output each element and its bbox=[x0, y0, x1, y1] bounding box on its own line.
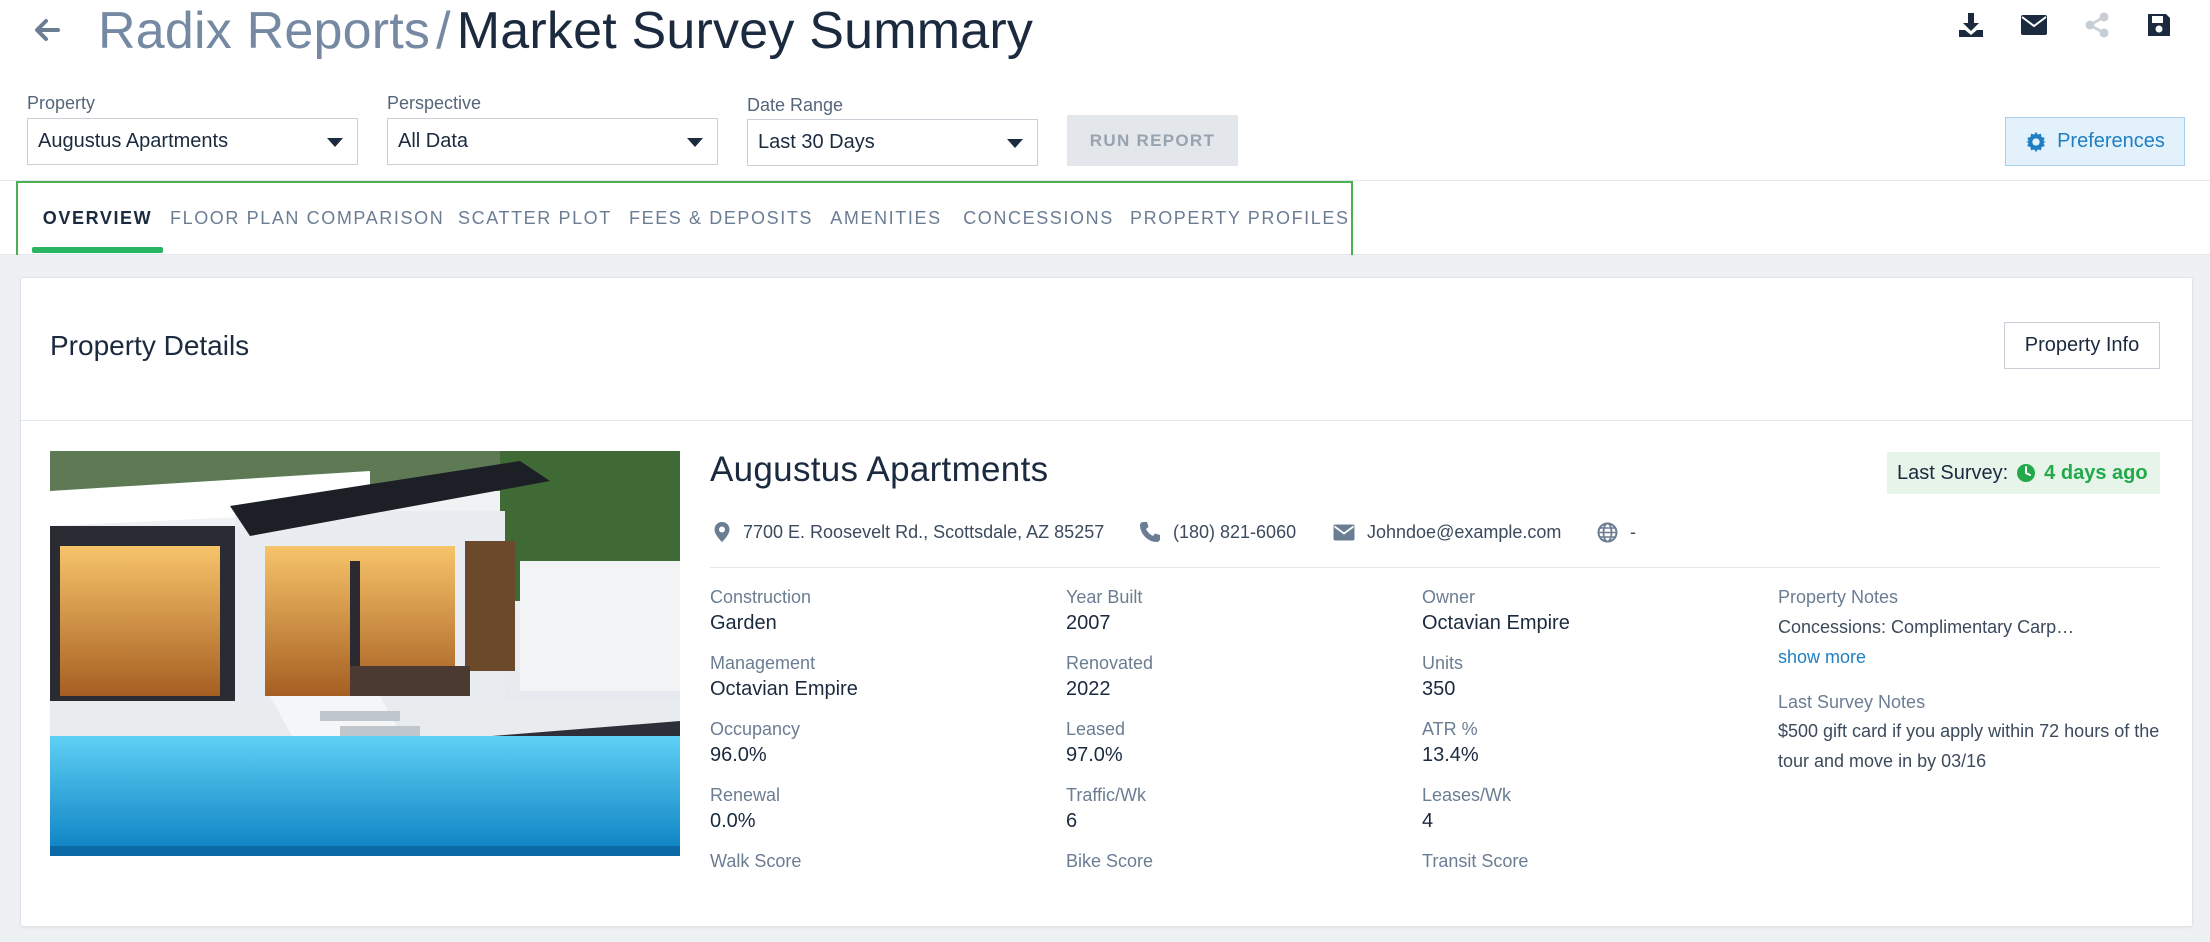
active-tab-indicator bbox=[32, 247, 163, 253]
date-range-filter-label: Date Range bbox=[747, 95, 844, 115]
envelope-icon bbox=[1333, 524, 1355, 540]
share-button[interactable] bbox=[2080, 10, 2114, 40]
renewal-label: Renewal bbox=[710, 785, 781, 805]
atr-value: 13.4% bbox=[1422, 744, 1479, 766]
property-select-value: Augustus Apartments bbox=[38, 130, 229, 152]
tab-amenities[interactable]: AMENITIES bbox=[826, 183, 946, 253]
share-icon bbox=[2085, 12, 2109, 38]
card-divider bbox=[21, 420, 2192, 421]
map-pin-icon bbox=[714, 522, 730, 542]
breadcrumb-current: Market Survey Summary bbox=[456, 2, 1034, 60]
atr-label: ATR % bbox=[1422, 719, 1478, 739]
leases-label: Leases/Wk bbox=[1422, 785, 1512, 805]
units-value: 350 bbox=[1422, 678, 1456, 700]
occupancy-value: 96.0% bbox=[710, 744, 767, 766]
bike-score-label: Bike Score bbox=[1066, 851, 1154, 871]
gear-icon bbox=[2025, 131, 2047, 152]
preferences-button[interactable]: Preferences bbox=[2005, 117, 2185, 166]
last-survey-notes-label: Last Survey Notes bbox=[1778, 692, 1926, 712]
save-button[interactable] bbox=[2142, 10, 2176, 40]
units-label: Units bbox=[1422, 653, 1464, 673]
phone[interactable]: (180) 821-6060 bbox=[1139, 520, 1296, 544]
renovated-value: 2022 bbox=[1066, 678, 1111, 700]
perspective-select[interactable]: All Data bbox=[387, 118, 718, 165]
tab-property-profiles[interactable]: PROPERTY PROFILES bbox=[1130, 183, 1348, 253]
walk-score-label: Walk Score bbox=[710, 851, 802, 871]
property-filter-label: Property bbox=[27, 93, 96, 113]
tab-fees-deposits[interactable]: FEES & DEPOSITS bbox=[629, 183, 811, 253]
card-title: Property Details bbox=[50, 330, 250, 361]
tab-scatter-plot[interactable]: SCATTER PLOT bbox=[458, 183, 611, 253]
property-name: Augustus Apartments bbox=[710, 450, 1049, 489]
email-text: Johndoe@example.com bbox=[1367, 521, 1562, 542]
construction-label: Construction bbox=[710, 587, 812, 607]
email[interactable]: Johndoe@example.com bbox=[1333, 520, 1561, 544]
last-survey-notes-text: $500 gift card if you apply within 72 ho… bbox=[1778, 721, 2160, 771]
envelope-icon bbox=[2021, 15, 2047, 35]
globe-icon bbox=[1597, 522, 1618, 542]
tab-concessions[interactable]: CONCESSIONS bbox=[963, 183, 1114, 253]
perspective-select-value: All Data bbox=[398, 130, 469, 152]
download-button[interactable] bbox=[1954, 10, 1988, 40]
occupancy-label: Occupancy bbox=[710, 719, 801, 739]
save-icon bbox=[2148, 14, 2170, 36]
back-arrow-icon bbox=[35, 19, 60, 41]
construction-value: Garden bbox=[710, 612, 777, 634]
chevron-down-icon bbox=[327, 138, 343, 147]
traffic-value: 6 bbox=[1066, 810, 1078, 832]
property-notes-label: Property Notes bbox=[1778, 587, 1899, 607]
management-value: Octavian Empire bbox=[710, 678, 858, 700]
phone-icon bbox=[1140, 522, 1160, 542]
last-survey-label: Last Survey: bbox=[1897, 461, 2009, 484]
property-select[interactable]: Augustus Apartments bbox=[27, 118, 358, 165]
chevron-down-icon bbox=[687, 138, 703, 147]
back-button[interactable] bbox=[28, 10, 68, 50]
address-text: 7700 E. Roosevelt Rd., Scottsdale, AZ 85… bbox=[743, 521, 1105, 542]
leases-value: 4 bbox=[1422, 810, 1434, 832]
download-icon bbox=[1959, 13, 1983, 37]
date-range-select-value: Last 30 Days bbox=[758, 131, 875, 153]
renovated-label: Renovated bbox=[1066, 653, 1154, 673]
management-label: Management bbox=[710, 653, 816, 673]
leased-label: Leased bbox=[1066, 719, 1126, 739]
breadcrumb-root[interactable]: Radix Reports bbox=[98, 2, 430, 60]
show-more-link[interactable]: show more bbox=[1778, 647, 1866, 668]
property-info-button[interactable]: Property Info bbox=[2004, 322, 2160, 369]
year-built-value: 2007 bbox=[1066, 612, 1111, 634]
email-button[interactable] bbox=[2017, 10, 2051, 40]
perspective-filter-label: Perspective bbox=[387, 93, 482, 113]
date-range-select[interactable]: Last 30 Days bbox=[747, 119, 1038, 166]
tab-overview[interactable]: OVERVIEW bbox=[32, 183, 163, 253]
run-report-button[interactable]: RUN REPORT bbox=[1067, 115, 1238, 166]
year-built-label: Year Built bbox=[1066, 587, 1143, 607]
phone-text: (180) 821-6060 bbox=[1173, 521, 1297, 542]
renewal-value: 0.0% bbox=[710, 810, 756, 832]
website: - bbox=[1597, 520, 1636, 544]
breadcrumb-separator: / bbox=[436, 2, 451, 60]
chevron-down-icon bbox=[1007, 139, 1023, 148]
owner-value: Octavian Empire bbox=[1422, 612, 1570, 634]
transit-score-label: Transit Score bbox=[1422, 851, 1529, 871]
last-survey-value: 4 days ago bbox=[2044, 461, 2148, 484]
last-survey-badge: Last Survey: 4 days ago bbox=[1887, 452, 2160, 494]
website-text: - bbox=[1630, 521, 1636, 542]
traffic-label: Traffic/Wk bbox=[1066, 785, 1146, 805]
clock-icon bbox=[2017, 464, 2036, 482]
property-notes-text: Concessions: Complimentary Carp… bbox=[1778, 617, 2075, 637]
page-title: Radix Reports / Market Survey Summary bbox=[98, 0, 1033, 62]
owner-label: Owner bbox=[1422, 587, 1476, 607]
address: 7700 E. Roosevelt Rd., Scottsdale, AZ 85… bbox=[713, 520, 1104, 544]
leased-value: 97.0% bbox=[1066, 744, 1123, 766]
preferences-label: Preferences bbox=[2057, 130, 2165, 152]
property-photo bbox=[50, 451, 680, 856]
tab-floor-plan-comparison[interactable]: FLOOR PLAN COMPARISON bbox=[170, 183, 443, 253]
details-divider bbox=[710, 567, 2160, 568]
